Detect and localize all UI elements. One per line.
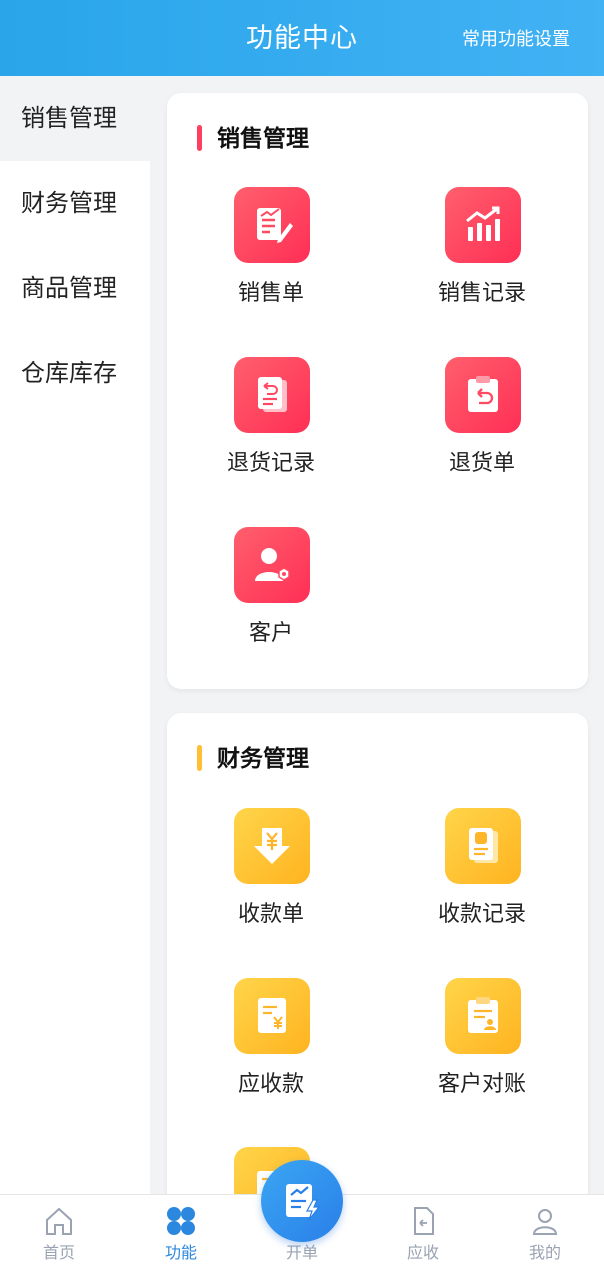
finance-section-card: 财务管理 收款单 收款记录 应收款 客户对账 xyxy=(167,713,588,1223)
receipt-order-tile[interactable]: 收款单 xyxy=(196,808,346,938)
customer-icon xyxy=(234,527,310,603)
section-accent-bar xyxy=(197,745,202,771)
section-accent-bar xyxy=(197,125,202,151)
finance-section-title: 财务管理 xyxy=(197,741,309,777)
return-order-icon xyxy=(445,357,521,433)
receivable-tile[interactable]: 应收款 xyxy=(196,978,346,1108)
nav-label: 功能 xyxy=(164,1243,197,1262)
tile-label: 客户对账 xyxy=(437,1072,526,1097)
sidebar-item-finance[interactable]: 财务管理 xyxy=(0,161,150,246)
common-function-settings-button[interactable]: 常用功能设置 xyxy=(462,0,570,76)
nav-label: 应收 xyxy=(406,1243,439,1262)
sidebar-item-goods[interactable]: 商品管理 xyxy=(0,246,150,331)
tile-label: 销售记录 xyxy=(437,281,526,306)
sales-order-tile[interactable]: 销售单 xyxy=(196,187,346,317)
return-record-tile[interactable]: 退货记录 xyxy=(196,357,346,487)
create-order-icon xyxy=(286,1184,321,1221)
customer-reconcile-tile[interactable]: 客户对账 xyxy=(407,978,557,1108)
tile-label: 应收款 xyxy=(237,1072,304,1097)
customer-tile[interactable]: 客户 xyxy=(196,527,346,657)
receivable-doc-icon xyxy=(414,1207,434,1235)
nav-label: 我的 xyxy=(528,1243,561,1262)
header-bar: 功能中心 常用功能设置 xyxy=(0,0,604,76)
tile-label: 收款单 xyxy=(237,902,304,927)
receipt-record-icon xyxy=(445,808,521,884)
sales-record-tile[interactable]: 销售记录 xyxy=(407,187,557,317)
nav-label: 开单 xyxy=(285,1243,318,1262)
return-order-tile[interactable]: 退货单 xyxy=(407,357,557,487)
create-order-fab[interactable] xyxy=(261,1160,343,1242)
nav-function[interactable]: 功能 xyxy=(126,1195,236,1270)
home-icon xyxy=(46,1207,72,1235)
nav-profile[interactable]: 我的 xyxy=(490,1195,600,1270)
receivable-icon xyxy=(234,978,310,1054)
tile-label: 销售单 xyxy=(237,281,304,306)
function-grid-icon xyxy=(167,1207,195,1235)
category-sidebar: 销售管理 财务管理 商品管理 仓库库存 xyxy=(0,76,150,1194)
tile-label: 客户 xyxy=(248,621,293,646)
tile-label: 收款记录 xyxy=(437,902,526,927)
receipt-record-tile[interactable]: 收款记录 xyxy=(407,808,557,938)
sales-record-icon xyxy=(445,187,521,263)
sidebar-item-sales[interactable]: 销售管理 xyxy=(0,76,150,161)
tile-label: 退货单 xyxy=(448,451,515,476)
tile-label: 退货记录 xyxy=(226,451,315,476)
nav-home[interactable]: 首页 xyxy=(4,1195,114,1270)
sales-section-card: 销售管理 销售单 销售记录 退货记录 退货单 客户 xyxy=(167,93,588,689)
nav-receivable[interactable]: 应收 xyxy=(368,1195,478,1270)
sidebar-item-warehouse[interactable]: 仓库库存 xyxy=(0,331,150,416)
profile-icon xyxy=(532,1209,558,1235)
customer-reconcile-icon xyxy=(445,978,521,1054)
nav-label: 首页 xyxy=(42,1243,75,1262)
receipt-order-icon xyxy=(234,808,310,884)
sales-order-icon xyxy=(234,187,310,263)
sales-section-title: 销售管理 xyxy=(197,121,309,157)
return-record-icon xyxy=(234,357,310,433)
